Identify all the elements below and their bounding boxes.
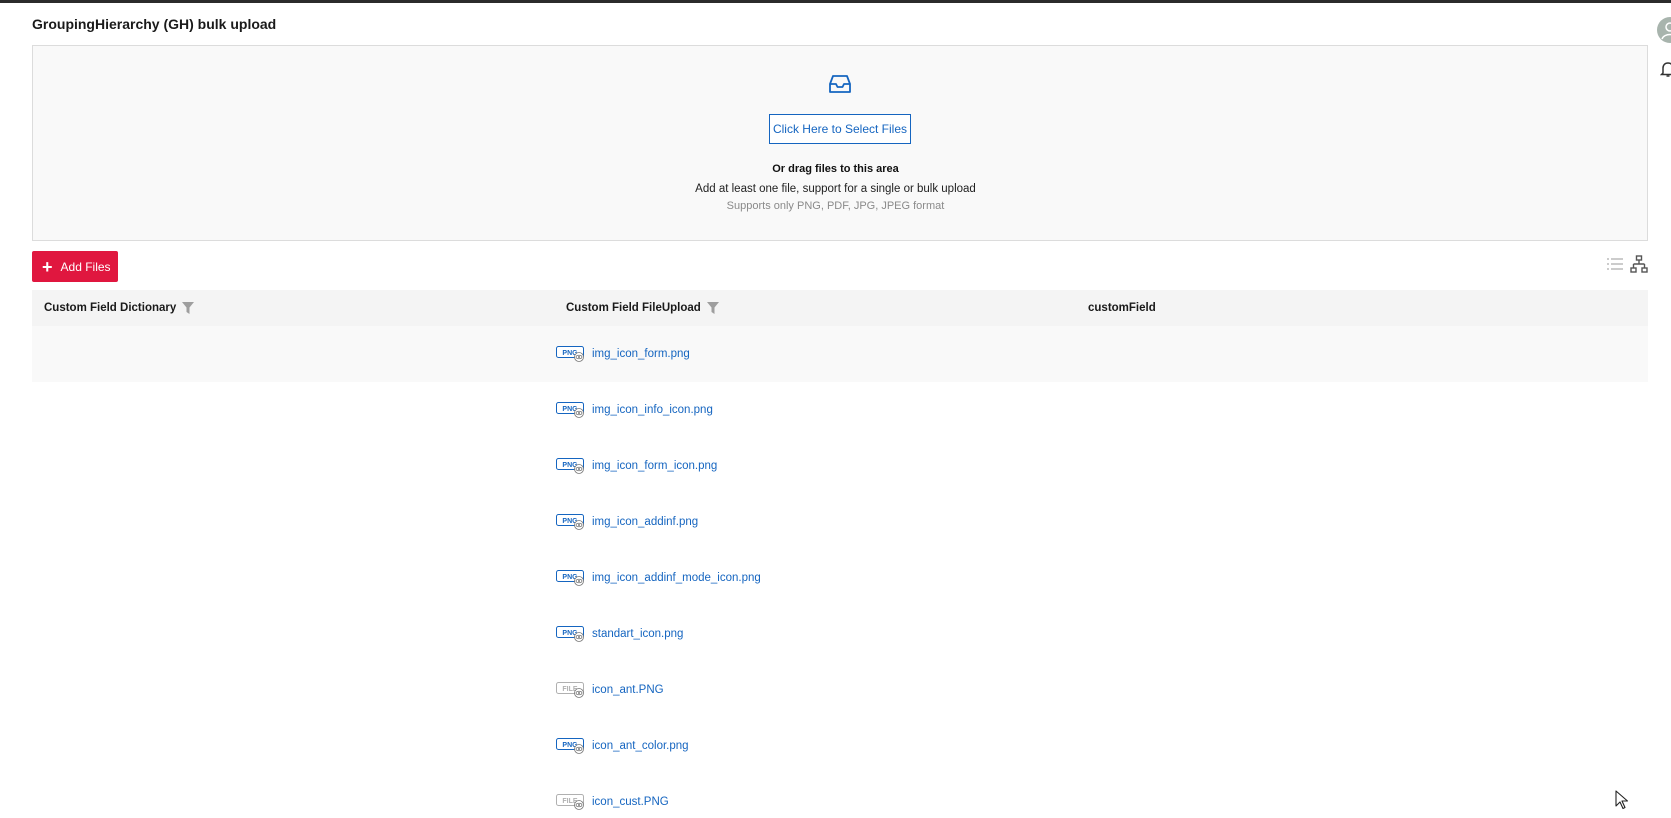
png-file-icon[interactable]: PNG [556, 514, 586, 530]
file-cell: PNG img_icon_form_icon.png [556, 438, 717, 494]
table-row[interactable]: PNG img_icon_addinf.png [32, 494, 1648, 550]
file-cell: PNG img_icon_addinf.png [556, 494, 698, 550]
file-link[interactable]: img_icon_form_icon.png [592, 460, 717, 472]
column-label: Custom Field Dictionary [44, 302, 177, 314]
generic-file-icon[interactable]: FILE [556, 794, 586, 810]
column-label: customField [1088, 302, 1156, 314]
page-title: GroupingHierarchy (GH) bulk upload [32, 16, 277, 32]
generic-file-icon[interactable]: FILE [556, 682, 586, 698]
table-row[interactable]: FILE icon_ant.PNG [32, 662, 1648, 718]
file-cell: PNG icon_ant_color.png [556, 718, 689, 774]
table-row[interactable]: PNG img_icon_form.png [32, 326, 1648, 382]
table-row[interactable]: PNG img_icon_info_icon.png [32, 382, 1648, 438]
hierarchy-view-icon[interactable] [1630, 255, 1648, 273]
column-label: Custom Field FileUpload [566, 302, 701, 314]
table-row[interactable]: PNG standart_icon.png [32, 606, 1648, 662]
file-cell: PNG standart_icon.png [556, 606, 683, 662]
list-view-icon[interactable] [1606, 256, 1624, 272]
png-file-icon[interactable]: PNG [556, 346, 586, 362]
add-files-label: Add Files [60, 259, 111, 274]
png-file-icon[interactable]: PNG [556, 458, 586, 474]
file-cell: PNG img_icon_info_icon.png [556, 382, 713, 438]
file-link[interactable]: icon_ant.PNG [592, 684, 664, 696]
file-link[interactable]: img_icon_addinf.png [592, 516, 698, 528]
file-link[interactable]: img_icon_form.png [592, 348, 690, 360]
column-header-fileupload[interactable]: Custom Field FileUpload [566, 290, 719, 326]
file-link[interactable]: icon_cust.PNG [592, 796, 669, 808]
table-header: Custom Field Dictionary Custom Field Fil… [32, 290, 1648, 326]
file-cell: PNG img_icon_addinf_mode_icon.png [556, 550, 761, 606]
png-file-icon[interactable]: PNG [556, 738, 586, 754]
inbox-icon [829, 75, 851, 93]
png-file-icon[interactable]: PNG [556, 402, 586, 418]
column-header-dictionary[interactable]: Custom Field Dictionary [44, 290, 195, 326]
filter-icon[interactable] [182, 302, 195, 314]
png-file-icon[interactable]: PNG [556, 570, 586, 586]
user-avatar[interactable] [1657, 17, 1671, 43]
file-link[interactable]: img_icon_info_icon.png [592, 404, 713, 416]
upload-description: Add at least one file, support for a sin… [695, 183, 976, 195]
add-files-button[interactable]: + Add Files [32, 251, 118, 282]
drag-files-text: Or drag files to this area [772, 163, 899, 175]
plus-icon: + [42, 256, 53, 277]
top-bar [0, 0, 1671, 3]
file-cell: FILE icon_ant.PNG [556, 662, 664, 718]
filter-icon[interactable] [706, 302, 719, 314]
file-link[interactable]: icon_ant_color.png [592, 740, 689, 752]
supported-formats-text: Supports only PNG, PDF, JPG, JPEG format [726, 200, 945, 212]
file-cell: FILE icon_cust.PNG [556, 774, 669, 818]
mouse-cursor-icon [1615, 790, 1629, 810]
bell-icon[interactable] [1660, 60, 1671, 78]
table-row[interactable]: PNG img_icon_addinf_mode_icon.png [32, 550, 1648, 606]
table-row[interactable]: PNG img_icon_form_icon.png [32, 438, 1648, 494]
user-icon [1661, 22, 1671, 40]
select-files-button[interactable]: Click Here to Select Files [769, 114, 911, 144]
file-cell: PNG img_icon_form.png [556, 326, 690, 382]
file-link[interactable]: img_icon_addinf_mode_icon.png [592, 572, 761, 584]
column-header-customfield[interactable]: customField [1088, 290, 1156, 326]
table-row[interactable]: FILE icon_cust.PNG [32, 774, 1648, 818]
file-link[interactable]: standart_icon.png [592, 628, 683, 640]
png-file-icon[interactable]: PNG [556, 626, 586, 642]
table-row[interactable]: PNG icon_ant_color.png [32, 718, 1648, 774]
